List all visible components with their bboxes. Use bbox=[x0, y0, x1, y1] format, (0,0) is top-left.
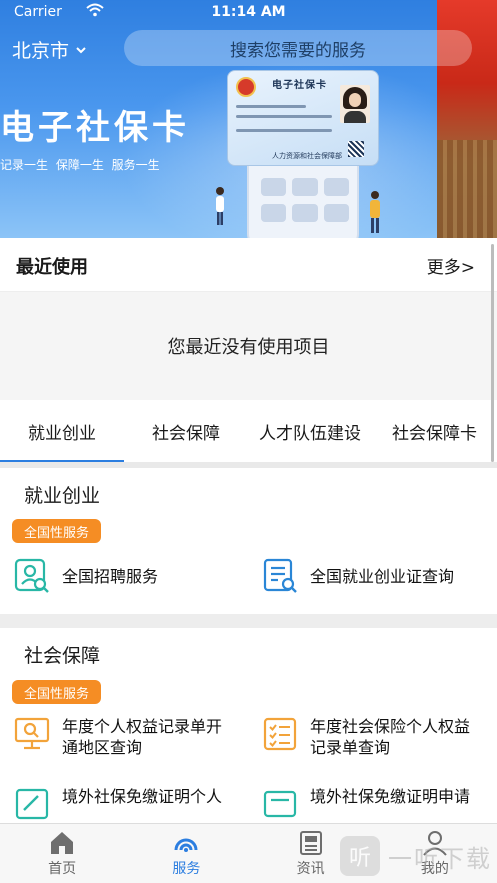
watermark-text: 一听下载 bbox=[388, 844, 492, 873]
emblem-icon bbox=[236, 77, 256, 97]
recent-empty-state: 您最近没有使用项目 bbox=[0, 292, 497, 400]
chevron-down-icon bbox=[76, 46, 86, 53]
great-wall-bricks bbox=[437, 140, 497, 238]
search-bar[interactable]: 搜索您需要的服务 bbox=[124, 30, 472, 66]
section-employment: 就业创业 全国性服务 全国招聘服务 全国就业创业证查询 bbox=[0, 468, 497, 614]
banner[interactable]: Carrier 11:14 AM 北京市 搜索您需要的服务 电子社保卡 记录一生… bbox=[0, 0, 497, 238]
banner-subtitle: 记录一生 保障一生 服务一生 bbox=[0, 158, 160, 172]
service-label: 全国招聘服务 bbox=[62, 567, 159, 586]
more-link[interactable]: 更多> bbox=[427, 253, 475, 278]
checklist-icon bbox=[263, 717, 297, 751]
document-search-icon bbox=[263, 558, 297, 593]
category-tabs: 就业创业 社会保障 人才队伍建设 社会保障卡 bbox=[0, 400, 497, 462]
card-text-line bbox=[236, 115, 332, 118]
service-employment-certificate-query[interactable]: 全国就业创业证查询 bbox=[262, 558, 454, 594]
qr-code-icon bbox=[348, 141, 364, 157]
home-icon bbox=[51, 832, 74, 854]
phone-app-grid bbox=[261, 178, 349, 222]
banner-title: 电子社保卡 bbox=[0, 108, 190, 148]
nav-service[interactable]: 服务 bbox=[124, 824, 248, 883]
monitor-search-icon bbox=[14, 717, 50, 750]
card-text-line bbox=[236, 129, 332, 132]
city-label: 北京市 bbox=[12, 40, 70, 62]
tab-talent[interactable]: 人才队伍建设 bbox=[248, 400, 372, 462]
service-label: 年度个人权益记录单开 通地区查询 bbox=[62, 717, 223, 757]
card-title: 电子社保卡 bbox=[272, 80, 327, 91]
service-national-recruitment[interactable]: 全国招聘服务 bbox=[14, 558, 158, 594]
nationwide-badge: 全国性服务 bbox=[12, 680, 102, 704]
service-label: 境外社保免缴证明申请 bbox=[310, 787, 471, 806]
card-icon bbox=[263, 790, 297, 818]
social-security-card-illustration: 电子社保卡 人力资源和社会保障部 bbox=[227, 70, 379, 166]
scrollbar[interactable] bbox=[491, 244, 494, 462]
service-label: 年度社会保险个人权益 记录单查询 bbox=[310, 717, 471, 757]
person-figure-illustration bbox=[216, 187, 224, 225]
section-social-security: 社会保障 全国性服务 年度个人权益记录单开 通地区查询 年度社会保险个人权益 记… bbox=[0, 628, 497, 823]
status-bar: Carrier 11:14 AM bbox=[0, 0, 497, 24]
empty-message: 您最近没有使用项目 bbox=[167, 337, 330, 358]
service-overseas-exemption-personal[interactable]: 境外社保免缴证明个人 bbox=[14, 786, 222, 822]
watermark-logo: 听 bbox=[340, 836, 380, 876]
phone-app-tile bbox=[323, 204, 349, 222]
search-placeholder: 搜索您需要的服务 bbox=[230, 40, 366, 61]
service-icon bbox=[174, 838, 198, 852]
recruit-search-icon bbox=[14, 558, 49, 593]
portrait-photo bbox=[340, 85, 370, 123]
clock: 11:14 AM bbox=[211, 4, 286, 20]
service-annual-record-regions[interactable]: 年度个人权益记录单开 通地区查询 bbox=[14, 716, 222, 758]
phone-app-tile bbox=[261, 204, 287, 222]
nationwide-badge: 全国性服务 bbox=[12, 519, 102, 543]
tab-social-security[interactable]: 社会保障 bbox=[124, 400, 248, 462]
watermark: 听 一听下载 bbox=[340, 836, 492, 876]
tab-social-security-card[interactable]: 社会保障卡 bbox=[372, 400, 497, 462]
card-footer: 人力资源和社会保障部 bbox=[272, 152, 342, 160]
city-selector[interactable]: 北京市 bbox=[12, 36, 87, 63]
tab-employment[interactable]: 就业创业 bbox=[0, 400, 124, 462]
phone-app-tile bbox=[292, 178, 318, 196]
card-text-line bbox=[236, 105, 306, 108]
recent-header: 最近使用 更多> bbox=[0, 238, 497, 292]
phone-app-tile bbox=[261, 178, 287, 196]
nav-home[interactable]: 首页 bbox=[0, 824, 124, 883]
service-overseas-exemption-apply[interactable]: 境外社保免缴证明申请 bbox=[262, 786, 470, 822]
edit-document-icon bbox=[15, 788, 49, 820]
phone-app-tile bbox=[323, 178, 349, 196]
service-label: 境外社保免缴证明个人 bbox=[62, 787, 223, 806]
section-divider bbox=[0, 614, 497, 628]
person-figure-illustration bbox=[370, 191, 380, 233]
recent-title: 最近使用 bbox=[16, 257, 88, 278]
news-icon bbox=[299, 831, 322, 855]
service-label: 全国就业创业证查询 bbox=[310, 567, 455, 586]
phone-app-tile bbox=[292, 204, 318, 222]
section-title: 就业创业 bbox=[24, 485, 101, 507]
service-annual-insurance-record[interactable]: 年度社会保险个人权益 记录单查询 bbox=[262, 716, 470, 758]
section-title: 社会保障 bbox=[24, 645, 101, 667]
